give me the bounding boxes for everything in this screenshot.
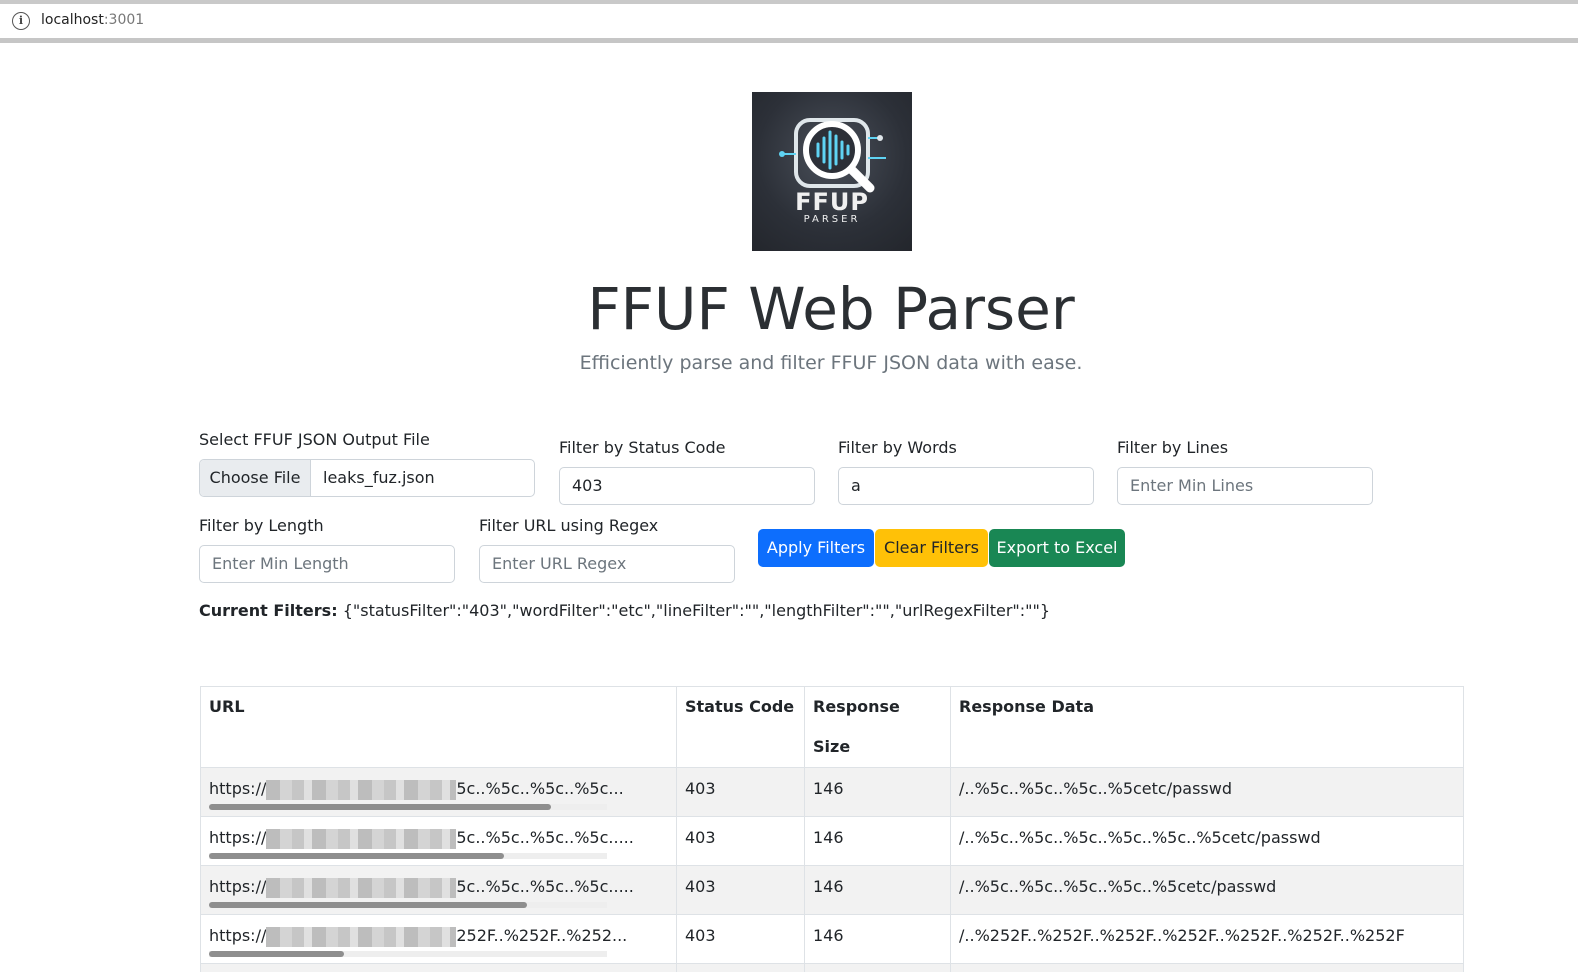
page-subtitle: Efficiently parse and filter FFUF JSON d… [579,352,1083,374]
choose-file-button[interactable]: Choose File [200,460,311,496]
status-code-cell: 403 [676,767,805,817]
url-suffix: 252F..%252F..%252... [456,926,628,945]
status-code-cell: 403 [676,816,805,866]
logo-subtext: PARSER [803,214,861,225]
status-code-cell: 403 [676,963,805,972]
url-prefix: https:// [209,828,267,847]
header-response-data: Response Data [950,686,1464,768]
current-filters: Current Filters: {"statusFilter":"403","… [199,601,1050,620]
length-input[interactable]: Enter Min Length [199,545,455,583]
url-scroll-thumb[interactable] [209,804,551,810]
regex-input[interactable]: Enter URL Regex [479,545,735,583]
table-row: https://5c..%5c..%5c..%5c.....403146/..%… [200,963,1464,972]
response-size-cell: 146 [804,914,951,964]
redacted-host [266,926,457,947]
response-data-cell: /..%252F..%252F..%252F..%252F..%252F..%2… [950,914,1464,964]
file-label: Select FFUF JSON Output File [199,430,430,449]
url-suffix: 5c..%5c..%5c..%5c..... [456,877,634,896]
url-prefix: https:// [209,877,267,896]
url-cell[interactable]: https:// 5c..%5c..%5c..%5c..... [200,816,677,866]
url-suffix: 5c..%5c..%5c..%5c..... [456,828,634,847]
table-row: https:// 252F..%252F..%252... 403 146/..%25… [200,914,1464,964]
header-url: URL [200,686,677,768]
header-response-size: Response Size [804,686,951,768]
clear-filters-button[interactable]: Clear Filters [875,529,988,567]
url-cell[interactable]: https:// 5c..%5c..%5c..%5c..... [200,865,677,915]
response-size-cell: 146 [804,767,951,817]
url-scroll-thumb[interactable] [209,951,344,957]
table-row: https:// 5c..%5c..%5c..%5c..... 403146/..%… [200,816,1464,866]
url-port: :3001 [103,12,145,28]
response-data-cell: /..%5c..%5c..%5c..%5c..%5c..%5c..%5cetc/… [950,963,1464,972]
current-filters-label: Current Filters: [199,601,338,620]
selected-file-name: leaks_fuz.json [323,468,435,487]
app-logo: FFUP PARSER [752,92,912,251]
url-suffix: 5c..%5c..%5c..%5c... [456,779,624,798]
url-host: localhost [41,12,104,28]
site-info-icon[interactable]: i [12,12,30,30]
url-scroll-thumb[interactable] [209,902,527,908]
file-input[interactable]: Choose File leaks_fuz.json [199,459,535,497]
redacted-host [266,877,457,898]
table-header-row: URL Status Code Response Size Response D… [200,686,1464,768]
magnifier-icon [779,118,886,193]
header-status-code: Status Code [676,686,805,768]
page-title: FFUF Web Parser [587,275,1075,343]
export-excel-button[interactable]: Export to Excel [989,529,1125,567]
logo-wordmark: FFUP [795,188,869,216]
url-scroll-thumb[interactable] [209,853,504,859]
words-input[interactable]: a [838,467,1094,505]
url-cell[interactable]: https://5c..%5c..%5c..%5c..... [200,963,677,972]
response-data-cell: /..%5c..%5c..%5c..%5c..%5cetc/passwd [950,865,1464,915]
url-prefix: https:// [209,779,267,798]
length-label: Filter by Length [199,516,324,535]
response-size-cell: 146 [804,865,951,915]
status-code-input[interactable]: 403 [559,467,815,505]
apply-filters-button[interactable]: Apply Filters [758,529,874,567]
url-prefix: https:// [209,926,267,945]
lines-input[interactable]: Enter Min Lines [1117,467,1373,505]
current-filters-value: {"statusFilter":"403","wordFilter":"etc"… [342,601,1051,620]
status-code-cell: 403 [676,914,805,964]
response-data-cell: /..%5c..%5c..%5c..%5cetc/passwd [950,767,1464,817]
url-cell[interactable]: https:// 252F..%252F..%252... [200,914,677,964]
response-size-cell: 146 [804,816,951,866]
response-size-cell: 146 [804,963,951,972]
words-label: Filter by Words [838,438,957,457]
address-url[interactable]: localhost:3001 [41,12,144,28]
redacted-host [266,828,457,849]
url-cell[interactable]: https:// 5c..%5c..%5c..%5c... [200,767,677,817]
status-code-cell: 403 [676,865,805,915]
browser-toolbar-divider [0,38,1578,43]
address-bar[interactable]: i localhost:3001 [0,4,1578,38]
table-row: https:// 5c..%5c..%5c..%5c... 403 146/..%5c… [200,767,1464,817]
table-row: https:// 5c..%5c..%5c..%5c..... 403146/..%… [200,865,1464,915]
regex-label: Filter URL using Regex [479,516,659,535]
lines-label: Filter by Lines [1117,438,1229,457]
results-table: URL Status Code Response Size Response D… [200,686,1464,972]
redacted-host [266,779,457,800]
status-code-label: Filter by Status Code [559,438,726,457]
response-data-cell: /..%5c..%5c..%5c..%5c..%5c..%5cetc/passw… [950,816,1464,866]
